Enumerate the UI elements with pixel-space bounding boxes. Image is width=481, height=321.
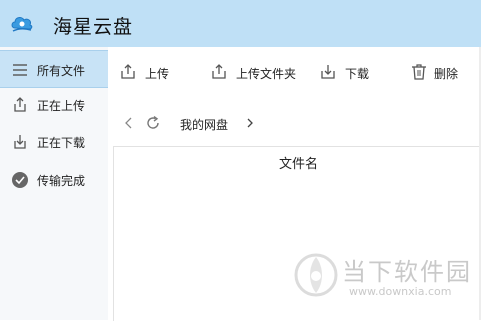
sidebar-item-completed[interactable]: 传输完成 — [0, 161, 108, 199]
watermark-url: www.downxia.com — [349, 285, 452, 298]
download-icon — [321, 65, 335, 79]
check-circle-icon — [12, 172, 28, 188]
download-button[interactable]: 下载 — [319, 61, 375, 83]
breadcrumb-my-drive[interactable]: 我的网盘 — [180, 116, 228, 133]
menu-icon — [13, 64, 27, 76]
sidebar-item-downloading[interactable]: 正在下载 — [0, 123, 108, 161]
upload-button[interactable]: 上传 — [119, 61, 175, 83]
sidebar-item-label: 所有文件 — [37, 64, 86, 78]
upload-folder-icon — [212, 64, 226, 79]
download-label: 下载 — [345, 67, 370, 81]
sidebar-item-all-files[interactable]: 所有文件 — [0, 50, 108, 88]
sidebar-item-label: 正在上传 — [37, 99, 86, 113]
app-title: 海星云盘 — [53, 16, 134, 38]
sidebar-item-label: 正在下载 — [37, 136, 86, 150]
delete-label: 删除 — [434, 67, 459, 81]
upload-folder-label: 上传文件夹 — [236, 67, 297, 81]
back-icon[interactable] — [121, 115, 137, 131]
sidebar-item-label: 传输完成 — [37, 174, 86, 188]
sidebar-item-uploading[interactable]: 正在上传 — [0, 86, 108, 124]
watermark-logo-icon — [294, 253, 338, 297]
delete-button[interactable]: 删除 — [410, 61, 470, 83]
upload-icon — [121, 64, 135, 79]
upload-icon — [14, 97, 26, 112]
trash-icon — [412, 64, 426, 80]
cloud-logo-icon — [11, 17, 33, 32]
upload-label: 上传 — [145, 67, 170, 81]
title-bar: 海星云盘 — [0, 0, 481, 47]
chevron-right-icon[interactable] — [245, 117, 255, 129]
download-icon — [14, 135, 26, 149]
upload-folder-button[interactable]: 上传文件夹 — [210, 61, 302, 83]
column-header-filename[interactable]: 文件名 — [279, 153, 318, 172]
watermark-name: 当下软件园 — [342, 258, 472, 286]
refresh-icon[interactable] — [145, 115, 161, 131]
